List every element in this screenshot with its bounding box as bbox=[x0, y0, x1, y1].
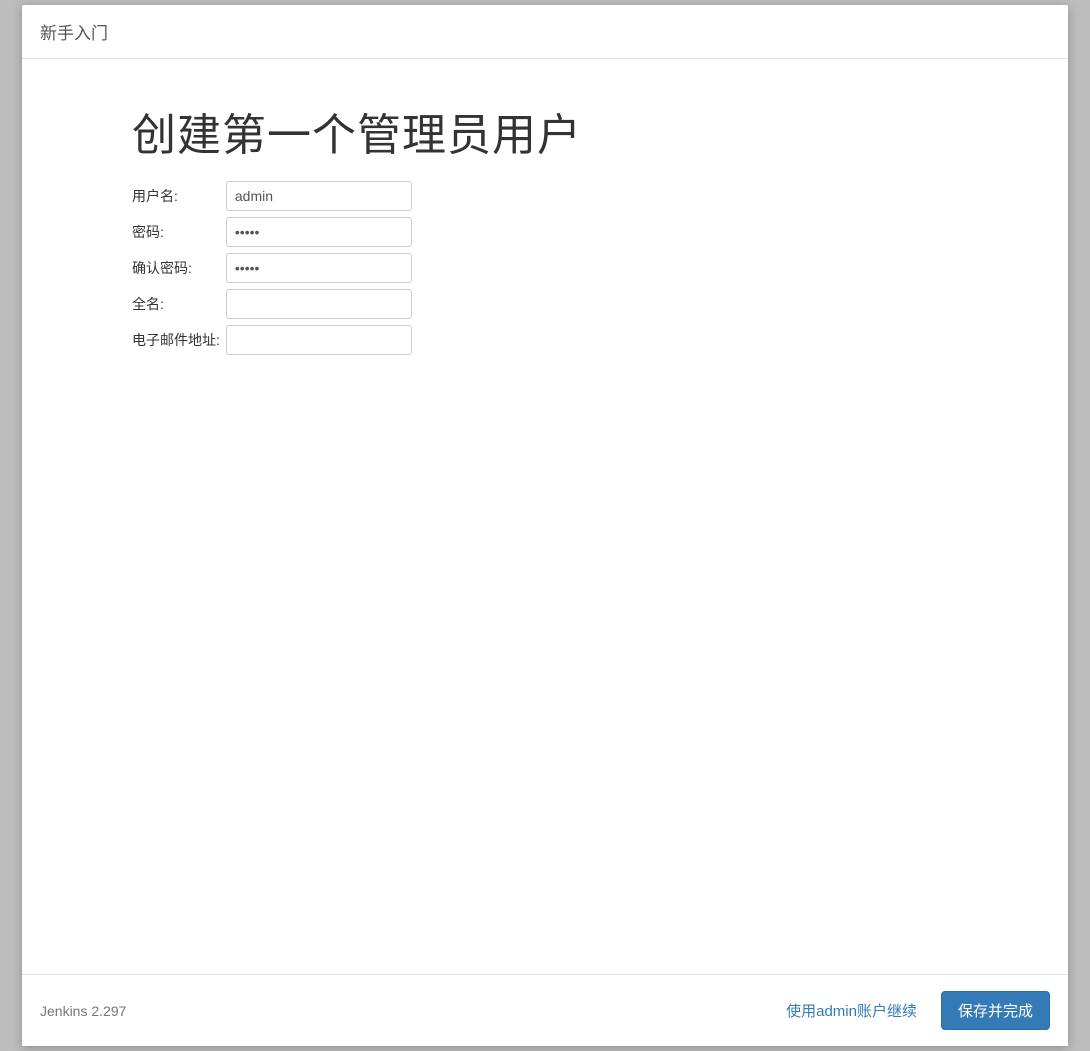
row-username: 用户名: bbox=[132, 181, 412, 211]
label-fullname: 全名: bbox=[132, 289, 226, 319]
modal-footer: Jenkins 2.297 使用admin账户继续 保存并完成 bbox=[22, 974, 1068, 1046]
email-input[interactable] bbox=[226, 325, 412, 355]
label-username: 用户名: bbox=[132, 181, 226, 211]
row-email: 电子邮件地址: bbox=[132, 325, 412, 355]
row-confirm-password: 确认密码: bbox=[132, 253, 412, 283]
continue-as-admin-button[interactable]: 使用admin账户继续 bbox=[772, 992, 931, 1029]
row-fullname: 全名: bbox=[132, 289, 412, 319]
modal-title: 新手入门 bbox=[40, 24, 108, 43]
admin-user-form: 用户名: 密码: 确认密码: 全名: 电子邮件地址: bbox=[132, 175, 412, 361]
modal-header: 新手入门 bbox=[22, 5, 1068, 59]
label-email: 电子邮件地址: bbox=[132, 325, 226, 355]
label-password: 密码: bbox=[132, 217, 226, 247]
save-and-finish-button[interactable]: 保存并完成 bbox=[941, 991, 1050, 1030]
username-input[interactable] bbox=[226, 181, 412, 211]
page-title: 创建第一个管理员用户 bbox=[132, 99, 958, 163]
label-confirm-password: 确认密码: bbox=[132, 253, 226, 283]
setup-modal: 新手入门 创建第一个管理员用户 用户名: 密码: 确认密码: 全名: 电子邮件地… bbox=[22, 5, 1068, 1046]
version-text: Jenkins 2.297 bbox=[40, 1003, 126, 1019]
fullname-input[interactable] bbox=[226, 289, 412, 319]
row-password: 密码: bbox=[132, 217, 412, 247]
modal-body: 创建第一个管理员用户 用户名: 密码: 确认密码: 全名: 电子邮件地址: bbox=[22, 59, 1068, 974]
password-input[interactable] bbox=[226, 217, 412, 247]
confirm-password-input[interactable] bbox=[226, 253, 412, 283]
